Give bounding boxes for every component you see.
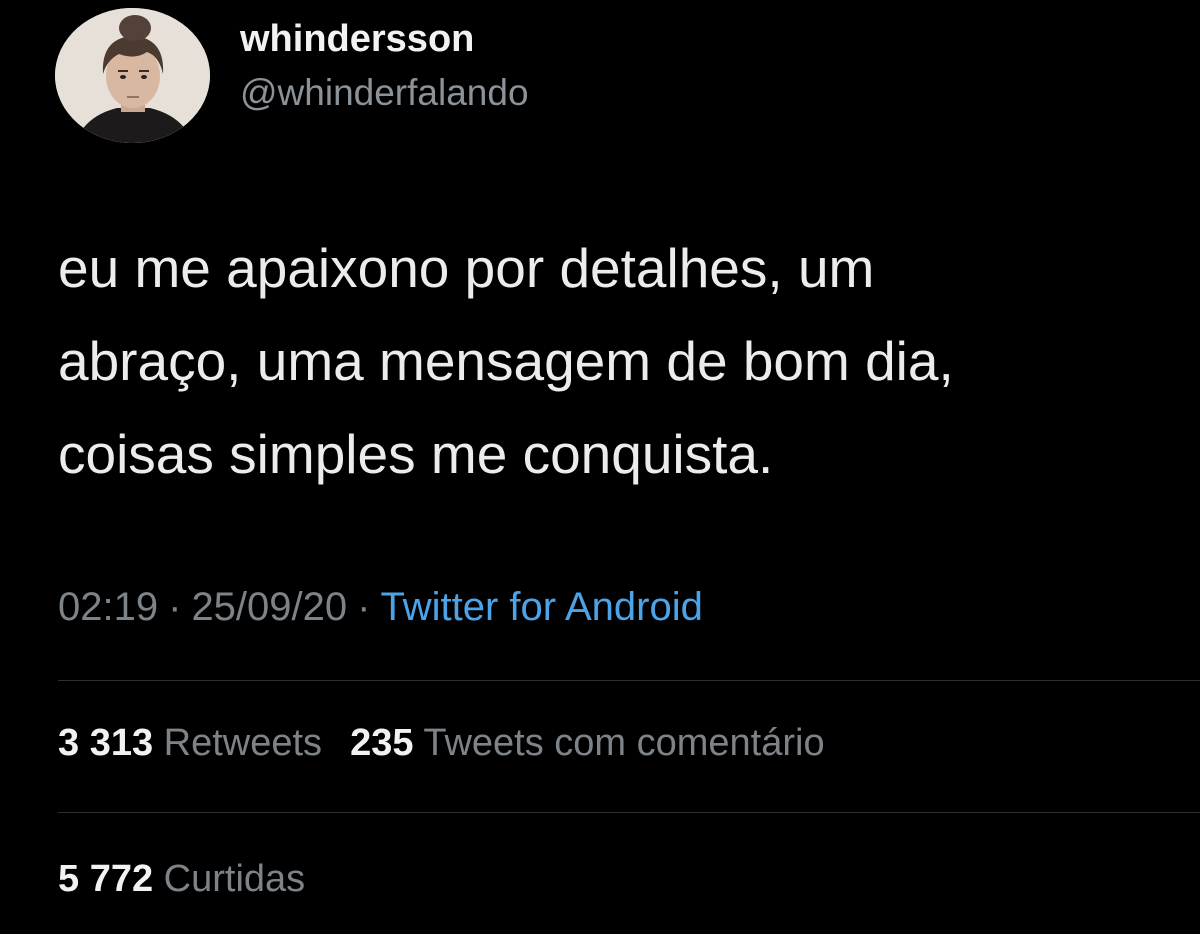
tweet-text-line: abraço, uma mensagem de bom dia, [58,330,954,392]
meta-separator: · [357,585,371,629]
tweet-time[interactable]: 02:19 [58,585,158,629]
tweet-metadata: 02:19 · 25/09/20 · Twitter for Android [58,585,703,630]
tweet-detail: whindersson @whinderfalando eu me apaixo… [0,0,1200,934]
likes-count: 5 772 [58,858,154,900]
quote-tweets-stat[interactable]: 235 Tweets com comentário [350,722,825,764]
retweets-label: Retweets [163,722,323,764]
likes-stats-row: 5 772 Curtidas [58,858,305,901]
retweets-count: 3 313 [58,722,154,764]
user-handle[interactable]: @whinderfalando [240,72,529,114]
tweet-text-line: coisas simples me conquista. [58,423,774,485]
display-name[interactable]: whindersson [240,18,474,61]
meta-separator: · [168,585,182,629]
quote-tweets-label: Tweets com comentário [423,722,825,764]
likes-stat[interactable]: 5 772 Curtidas [58,858,305,900]
likes-label: Curtidas [163,858,306,900]
tweet-text-line: eu me apaixono por detalhes, um [58,237,875,299]
divider [58,812,1200,813]
retweets-stat[interactable]: 3 313 Retweets [58,722,322,764]
divider [58,680,1200,681]
quote-tweets-count: 235 [350,722,414,764]
tweet-source-link[interactable]: Twitter for Android [380,585,702,629]
avatar[interactable] [55,8,210,143]
avatar-photo-icon [55,8,210,143]
tweet-text: eu me apaixono por detalhes, um abraço, … [58,222,1168,501]
tweet-date[interactable]: 25/09/20 [191,585,347,629]
engagement-stats-row: 3 313 Retweets 235 Tweets com comentário [58,722,825,765]
